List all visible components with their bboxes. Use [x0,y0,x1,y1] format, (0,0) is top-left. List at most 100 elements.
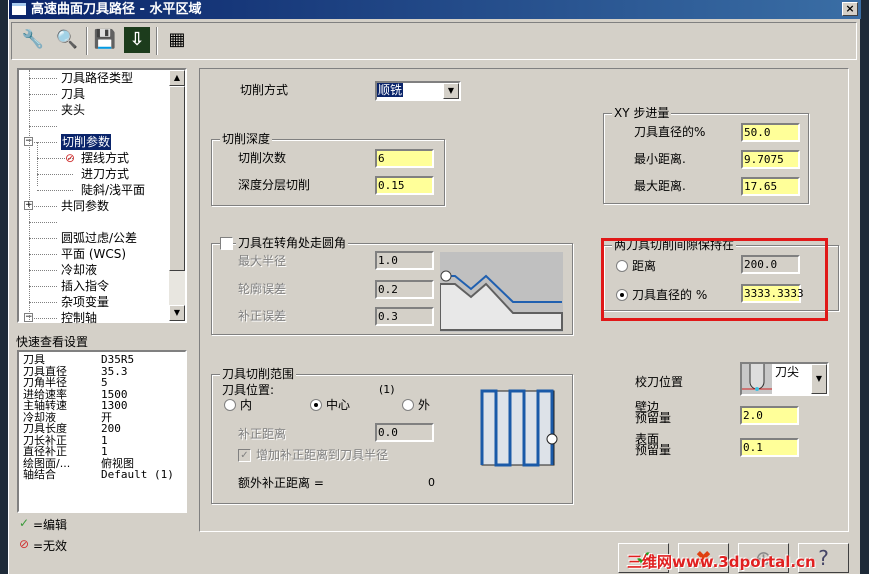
save-icon[interactable]: 💾 [92,27,118,53]
highlight-box [601,238,828,321]
min-distance-input[interactable]: 9.7075 [741,150,800,169]
extra-offset-label: 额外补正距离 = [238,476,324,490]
max-radius-input[interactable]: 1.0 [375,251,434,270]
quick-key: 轴结合 [23,468,56,481]
cut-method-select[interactable]: 顺铣 ▼ [375,81,461,101]
quick-value: 200 [101,422,121,435]
tree-connector [29,286,57,287]
tree-item[interactable]: 杂项变量 [61,294,109,310]
group-title: XY 步进量 [612,106,672,120]
tree-item[interactable]: 切削参数 [61,134,112,150]
scroll-down-button[interactable]: ▼ [169,305,185,321]
max-radius-label: 最大半径 [238,254,287,268]
tree-item[interactable]: 进刀方式 [81,166,129,182]
dialog-window: 高速曲面刀具路径 - 水平区域 × 🔧 🔍 💾 ⇩ ▦ ▲ ▼ 刀具路径类型 刀具… [8,0,861,574]
radio-inside[interactable]: 内 [224,397,252,413]
toolbar-separator [156,27,158,55]
legend-edit: =编辑 [33,518,68,532]
offset-tolerance-label: 补正误差 [238,309,287,323]
table-search-icon[interactable]: 🔍 [54,27,80,53]
tree-item[interactable]: 陡斜/浅平面 [81,182,145,198]
check-icon: ✓ [19,516,30,530]
tree-connector [29,238,57,239]
scroll-thumb[interactable] [169,86,185,271]
quick-value: 1 [101,445,108,458]
cut-count-label: 切削次数 [238,151,287,165]
tree-connector [29,254,57,255]
tree-item[interactable]: ⊘ 摆线方式 [65,150,129,166]
quick-value: 1300 [101,399,128,412]
tree-connector [29,126,57,127]
radio-center[interactable]: 中心 [310,397,350,413]
profile-tolerance-label: 轮廓误差 [238,282,287,296]
quick-value: 5 [101,376,108,389]
tree-connector [29,110,57,111]
quick-key: 刀具 [23,353,45,366]
tree-connector [29,270,57,271]
corner-rounding-diagram [440,252,563,332]
calculator-icon[interactable]: ▦ [164,27,190,53]
tree-item[interactable]: 刀具路径类型 [61,70,133,86]
tree-item[interactable]: 夹头 [61,102,85,118]
tree-scrollbar[interactable]: ▲ ▼ [169,70,185,321]
depth-step-input[interactable]: 0.15 [375,176,434,195]
tree-item[interactable]: 共同参数 [61,198,109,214]
tool-calibration-select[interactable]: 刀尖 ▼ [740,362,829,396]
wall-stock-input[interactable]: 2.0 [740,406,799,425]
stepover-percent-input[interactable]: 50.0 [741,123,800,142]
tool-calibration-label: 校刀位置 [635,375,684,389]
scroll-up-button[interactable]: ▲ [169,70,185,86]
offset-tolerance-input[interactable]: 0.3 [375,307,434,326]
max-distance-label: 最大距离. [634,179,686,193]
floor-stock-input[interactable]: 0.1 [740,438,799,457]
offset-distance-label: 补正距离 [238,427,287,441]
tree-connector [29,222,57,223]
add-offset-checkbox[interactable]: ✓ [238,449,251,462]
tree-item[interactable]: 控制轴 [61,310,97,326]
invalid-icon: ⊘ [19,537,30,551]
extra-offset-value: 0 [428,476,435,489]
tree-item[interactable]: 冷却液 [61,262,97,278]
window-icon [12,3,26,15]
tool-calibration-value: 刀尖 [775,365,800,379]
profile-tolerance-input[interactable]: 0.2 [375,280,434,299]
tree-connector [29,70,30,320]
tree-item[interactable]: 圆弧过虑/公差 [61,230,137,246]
tree-connector [29,318,57,319]
xy-stepover-group: XY 步进量 刀具直径的% 50.0 最小距离. 9.7075 最大距离. 17… [603,106,809,204]
offset-distance-input[interactable]: 0.0 [375,423,434,442]
window-title: 高速曲面刀具路径 - 水平区域 [31,2,202,17]
parameters-panel: 切削方式 顺铣 ▼ 切削深度 切削次数 6 深度分层切削 0.15 刀具在转角处… [199,68,849,532]
close-button[interactable]: × [842,2,858,16]
tree-item[interactable]: 插入指令 [61,278,109,294]
tool-position-number: (1) [379,383,395,396]
cut-method-label: 切削方式 [240,83,289,97]
tree-connector [37,142,38,186]
tree-item[interactable]: 平面 (WCS) [61,246,126,262]
toolbar: 🔧 🔍 💾 ⇩ ▦ [11,22,857,60]
title-bar: 高速曲面刀具路径 - 水平区域 × [9,0,861,19]
invalid-icon: ⊘ [65,151,76,165]
tree-connector [29,206,57,207]
corner-rounding-checkbox[interactable] [220,237,233,250]
radio-center-label: 中心 [326,398,351,412]
radio-outside[interactable]: 外 [402,397,430,413]
group-title: 刀具在转角处走圆角 [236,236,349,250]
toolbar-separator [86,27,88,55]
radio-inside-label: 内 [240,398,253,412]
cut-range-group: 刀具切削范围 刀具位置: (1) 内 中心 外 补正距离 0.0 ✓ 增加补正距… [211,367,573,504]
chevron-down-icon[interactable]: ▼ [811,364,827,394]
tree-item[interactable]: 刀具 [61,86,85,102]
group-title: 刀具切削范围 [220,367,297,381]
max-distance-input[interactable]: 17.65 [741,177,800,196]
cut-range-diagram [480,389,558,467]
floor-stock-label: 表面 预留量 [635,432,672,457]
cut-count-input[interactable]: 6 [375,149,434,168]
corner-rounding-group: 刀具在转角处走圆角 最大半径 1.0 轮廓误差 0.2 补正误差 0.3 [211,236,573,335]
watermark: 三维网www.3dportal.cn [627,553,816,571]
quick-key: 主轴转速 [23,399,67,412]
save-load-icon[interactable]: ⇩ [124,27,150,53]
chevron-down-icon[interactable]: ▼ [443,83,459,99]
add-offset-label: 增加补正距离到刀具半径 [256,448,389,462]
tool-icon[interactable]: 🔧 [20,27,46,53]
